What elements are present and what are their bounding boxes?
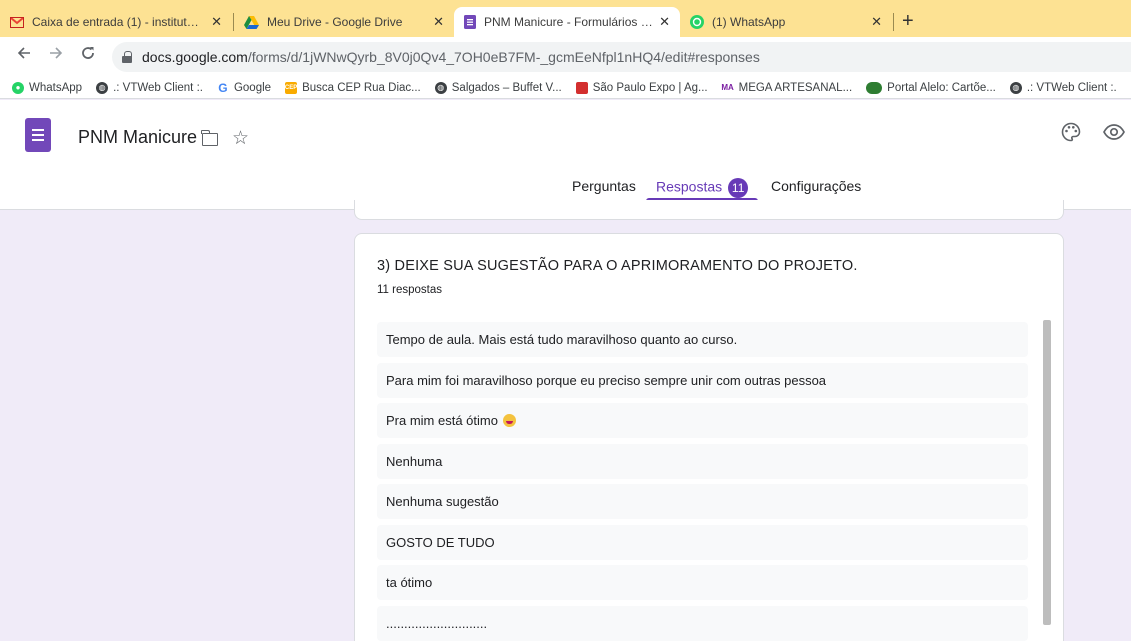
bookmark-label: MEGA ARTESANAL...: [738, 81, 853, 94]
answer-text: Nenhuma sugestão: [386, 494, 499, 509]
answers-list: Tempo de aula. Mais está tudo maravilhos…: [377, 322, 1028, 641]
close-icon[interactable]: ✕: [659, 14, 670, 30]
forms-header: PNM Manicure ☆ Perguntas Respostas 11 Con…: [0, 100, 1131, 210]
globe-icon: ◍: [96, 81, 109, 94]
response-count: 11 respostas: [377, 284, 442, 296]
bookmark-label: São Paulo Expo | Ag...: [592, 81, 708, 94]
globe-icon: ◍: [434, 81, 447, 94]
tab-respostas-label: Respostas: [656, 178, 723, 195]
forms-icon: [464, 15, 476, 29]
list-item: Nenhuma sugestão: [377, 484, 1028, 519]
preview-eye-icon[interactable]: [1103, 122, 1125, 142]
form-title[interactable]: PNM Manicure: [78, 127, 197, 148]
tab-whatsapp[interactable]: (1) WhatsApp ✕: [680, 7, 892, 37]
tab-title: Meu Drive - Google Drive: [267, 15, 403, 29]
bookmark-salgados[interactable]: ◍ Salgados – Buffet V...: [434, 81, 562, 94]
tab-respostas[interactable]: Respostas 11: [656, 178, 749, 198]
answer-text: Nenhuma: [386, 453, 443, 469]
arrow-right-icon: [50, 47, 63, 59]
bookmark-alelo[interactable]: Portal Alelo: Cartõe...: [866, 81, 996, 94]
address-bar[interactable]: docs.google.com/forms/d/1jWNwQyrb_8V0j0Q…: [112, 42, 1131, 72]
tab-forms[interactable]: PNM Manicure - Formulários Go ✕: [454, 7, 680, 37]
tab-separator: [893, 13, 894, 31]
list-item: ............................: [377, 605, 1028, 641]
back-button[interactable]: [14, 46, 34, 65]
bookmark-vtweb[interactable]: ◍ .: VTWeb Client :.: [96, 81, 203, 94]
bookmark-google[interactable]: G Google: [216, 80, 272, 95]
tab-title: Caixa de entrada (1) - institutoluc: [32, 15, 206, 29]
reload-icon: [82, 47, 94, 59]
bookmark-mega[interactable]: MA MEGA ARTESANAL...: [721, 81, 853, 94]
bookmark-whatsapp[interactable]: ● WhatsApp: [12, 81, 83, 94]
answer-text: Tempo de aula. Mais está tudo maravilhos…: [386, 332, 738, 347]
tab-title: (1) WhatsApp: [712, 15, 786, 29]
bookmark-label: Salgados – Buffet V...: [451, 81, 562, 94]
question-title: 3) DEIXE SUA SUGESTÃO PARA O APRIMORAMEN…: [377, 258, 858, 274]
tab-configuracoes[interactable]: Configurações: [771, 178, 861, 194]
bookmark-vtweb-2[interactable]: ◍ .: VTWeb Client :.: [1009, 81, 1117, 94]
bookmark-label: Google: [233, 81, 272, 94]
bookmark-label: .: VTWeb Client :.: [1026, 81, 1117, 94]
bookmark-expo[interactable]: São Paulo Expo | Ag...: [575, 81, 708, 94]
answer-text: Para mim foi maravilhoso porque eu preci…: [386, 372, 827, 388]
close-icon[interactable]: ✕: [211, 14, 222, 30]
browser-toolbar: docs.google.com/forms/d/1jWNwQyrb_8V0j0Q…: [0, 37, 1131, 77]
cep-icon: CEP: [285, 81, 297, 94]
responses-count-badge: 11: [728, 178, 749, 198]
mega-icon: MA: [721, 81, 734, 94]
bookmarks-bar: ● WhatsApp ◍ .: VTWeb Client :. G Google CE…: [0, 77, 1131, 99]
answer-text: ta ótimo: [386, 575, 433, 590]
close-icon[interactable]: ✕: [871, 14, 882, 30]
list-item: Tempo de aula. Mais está tudo maravilhos…: [377, 322, 1028, 357]
whatsapp-icon: ●: [12, 81, 24, 94]
eye-icon: [1103, 124, 1125, 140]
list-item: Nenhuma: [377, 443, 1028, 479]
url-path: /forms/d/1jWNwQyrb_8V0j0Qv4_7OH0eB7FM-_g…: [247, 49, 760, 65]
star-icon[interactable]: ☆: [232, 127, 249, 150]
gmail-icon: [10, 16, 24, 28]
list-item: Para mim foi maravilhoso porque eu preci…: [377, 362, 1028, 398]
answer-text: ............................: [386, 615, 488, 631]
list-item: GOSTO DE TUDO: [377, 524, 1028, 560]
bookmark-label: .: VTWeb Client :.: [113, 81, 203, 94]
list-item: Pra mim está ótimo: [377, 403, 1028, 438]
previous-question-card: [354, 200, 1064, 220]
lock-icon: [122, 51, 132, 63]
bookmark-label: WhatsApp: [29, 81, 83, 94]
tab-drive[interactable]: Meu Drive - Google Drive ✕: [234, 7, 454, 37]
palette-icon: [1061, 122, 1081, 142]
tab-title: PNM Manicure - Formulários Go: [484, 15, 654, 29]
smile-emoji-icon: [502, 414, 516, 427]
forward-button[interactable]: [46, 46, 66, 65]
bookmark-cep[interactable]: CEP Busca CEP Rua Diac...: [285, 81, 421, 94]
tab-gmail[interactable]: Caixa de entrada (1) - institutoluc ✕: [0, 7, 232, 37]
answer-text: GOSTO DE TUDO: [386, 534, 495, 550]
globe-icon: ◍: [1009, 81, 1022, 94]
expo-icon: [575, 81, 588, 94]
bookmark-label: Portal Alelo: Cartõe...: [887, 81, 996, 94]
browser-tab-strip: Caixa de entrada (1) - institutoluc ✕ Me…: [0, 0, 1131, 37]
close-icon[interactable]: ✕: [433, 14, 444, 30]
alelo-icon: [866, 81, 883, 94]
question-response-card: 3) DEIXE SUA SUGESTÃO PARA O APRIMORAMEN…: [354, 233, 1064, 641]
palette-icon[interactable]: [1061, 122, 1081, 148]
url-host: docs.google.com: [142, 49, 248, 65]
bookmark-label: Busca CEP Rua Diac...: [302, 81, 421, 94]
google-icon: G: [216, 80, 229, 95]
reload-button[interactable]: [78, 46, 98, 65]
forms-logo-icon[interactable]: [25, 118, 51, 152]
folder-icon[interactable]: [201, 130, 218, 146]
tab-perguntas[interactable]: Perguntas: [572, 178, 636, 194]
whatsapp-icon: [690, 15, 704, 29]
new-tab-button[interactable]: +: [902, 9, 914, 33]
answers-scrollbar[interactable]: [1043, 320, 1051, 625]
list-item: ta ótimo: [377, 565, 1028, 600]
drive-icon: [244, 15, 259, 29]
answer-text: Pra mim está ótimo: [386, 413, 498, 428]
arrow-left-icon: [17, 47, 30, 59]
